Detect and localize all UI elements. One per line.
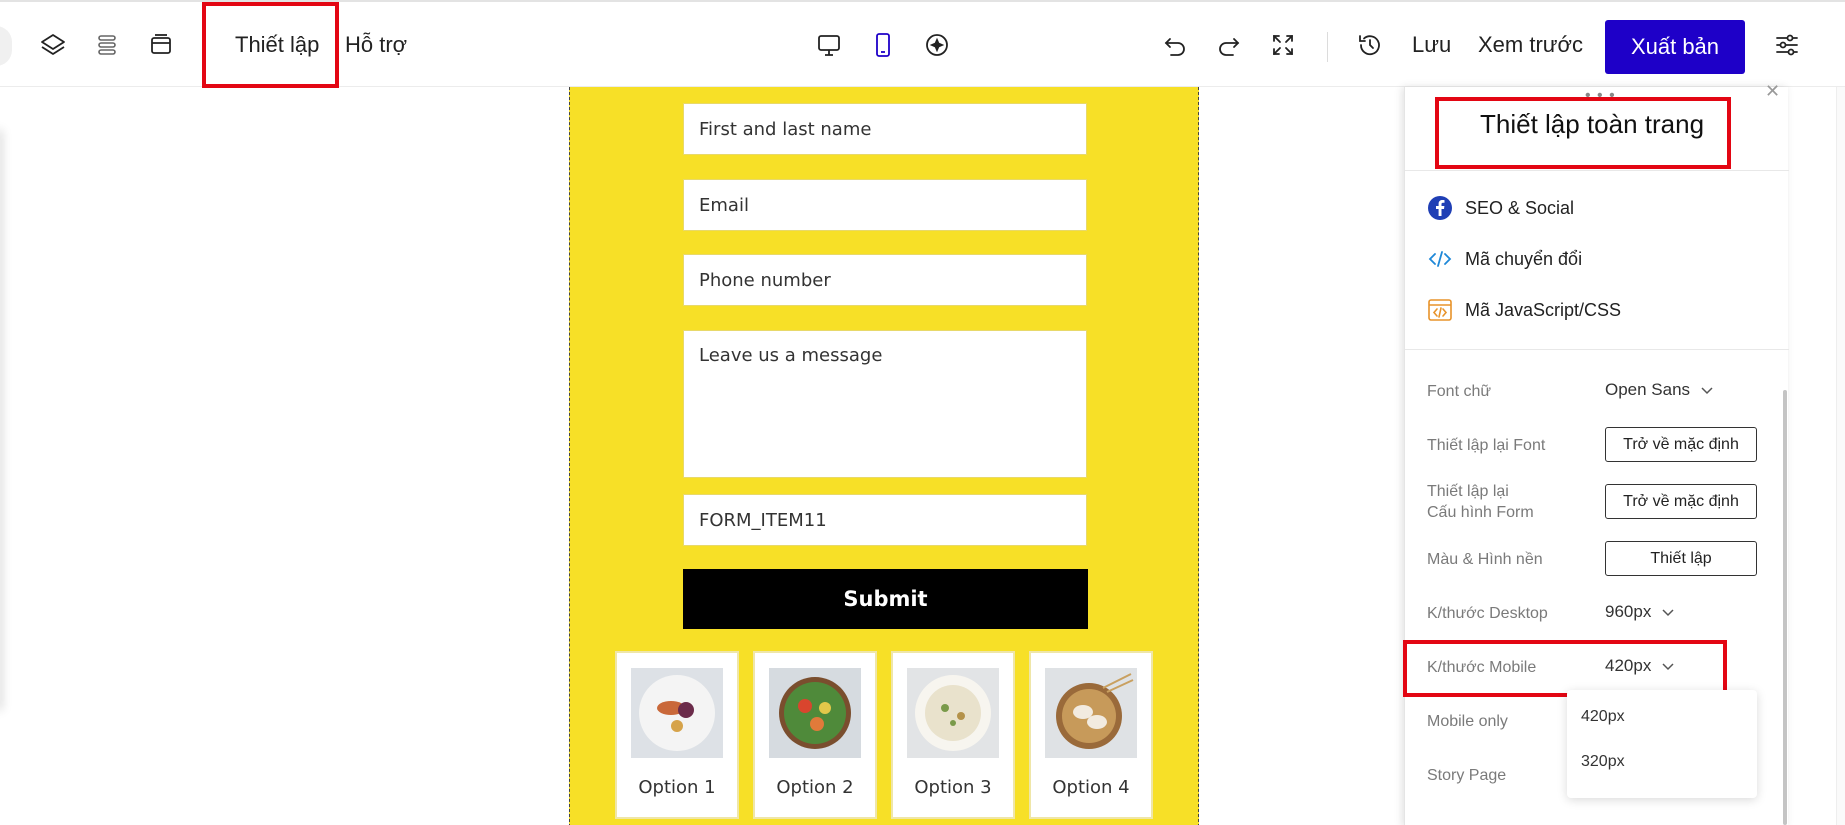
reset-font-button[interactable]: Trở về mặc định xyxy=(1605,427,1757,462)
panel-scrollbar[interactable] xyxy=(1783,390,1787,825)
code-icon xyxy=(1427,246,1453,272)
conversion-code-link[interactable]: Mã chuyển đổi xyxy=(1427,246,1582,272)
highlight-mobile-size xyxy=(1403,640,1727,697)
link-label: Mã JavaScript/CSS xyxy=(1465,299,1622,320)
chevron-down-icon xyxy=(1700,380,1714,400)
mobile-view-icon[interactable] xyxy=(866,28,900,62)
color-background-label: Màu & Hình nền xyxy=(1427,551,1543,568)
ai-sparkle-icon[interactable] xyxy=(920,28,954,62)
email-field[interactable]: Email xyxy=(683,179,1087,231)
food-image-icon xyxy=(1045,668,1137,758)
desktop-size-value: 960px xyxy=(1605,602,1652,621)
publish-button[interactable]: Xuất bản xyxy=(1605,20,1745,74)
page-canvas[interactable]: First and last name Email Phone number L… xyxy=(569,87,1199,825)
food-image-icon xyxy=(631,668,723,758)
layers-icon[interactable] xyxy=(36,28,70,62)
preview-button[interactable]: Xem trước xyxy=(1478,32,1583,58)
undo-icon[interactable] xyxy=(1158,28,1192,62)
option-card[interactable]: Option 3 xyxy=(891,651,1015,819)
mobile-only-label: Mobile only xyxy=(1427,713,1508,730)
desktop-size-select[interactable]: 960px xyxy=(1605,602,1675,622)
highlight-settings-menu xyxy=(202,2,339,88)
window-edge xyxy=(1836,87,1845,825)
javascript-css-link[interactable]: Mã JavaScript/CSS xyxy=(1427,297,1621,323)
color-background-button[interactable]: Thiết lập xyxy=(1605,541,1757,576)
history-icon[interactable] xyxy=(1353,28,1387,62)
option-label: Option 1 xyxy=(638,777,716,798)
seo-social-link[interactable]: SEO & Social xyxy=(1427,195,1574,221)
divider xyxy=(1405,170,1789,171)
phone-field[interactable]: Phone number xyxy=(683,254,1087,306)
browser-window-icon[interactable] xyxy=(144,28,178,62)
desktop-size-label: K/thước Desktop xyxy=(1427,605,1548,622)
dropdown-option-320[interactable]: 320px xyxy=(1581,753,1625,771)
close-icon[interactable]: ✕ xyxy=(1765,81,1780,102)
option-label: Option 3 xyxy=(914,777,992,798)
facebook-icon xyxy=(1427,195,1453,221)
stack-list-icon[interactable] xyxy=(90,28,124,62)
menu-support[interactable]: Hỗ trợ xyxy=(345,32,407,58)
code-window-icon xyxy=(1427,297,1453,323)
option-label: Option 4 xyxy=(1052,777,1130,798)
name-field[interactable]: First and last name xyxy=(683,103,1087,155)
reset-form-button[interactable]: Trở về mặc định xyxy=(1605,484,1757,519)
message-field[interactable]: Leave us a message xyxy=(683,330,1087,478)
option-card[interactable]: Option 1 xyxy=(615,651,739,819)
dropdown-option-420[interactable]: 420px xyxy=(1581,708,1625,726)
option-label: Option 2 xyxy=(776,777,854,798)
font-value: Open Sans xyxy=(1605,380,1691,399)
reset-font-label: Thiết lập lại Font xyxy=(1427,437,1546,454)
top-toolbar: Thiết lập Hỗ trợ Lưu Xem trước Xuất bản xyxy=(0,0,1845,88)
custom-form-field[interactable]: FORM_ITEM11 xyxy=(683,494,1087,546)
link-label: SEO & Social xyxy=(1465,197,1575,218)
desktop-view-icon[interactable] xyxy=(812,28,846,62)
highlight-panel-title xyxy=(1435,97,1731,169)
font-label: Font chữ xyxy=(1427,383,1492,400)
divider xyxy=(1405,349,1789,350)
food-image-icon xyxy=(769,668,861,758)
submit-button[interactable]: Submit xyxy=(683,569,1088,629)
reset-form-label-line2: Cấu hình Form xyxy=(1427,504,1534,521)
font-select[interactable]: Open Sans xyxy=(1605,380,1714,400)
chevron-down-icon xyxy=(1661,602,1675,622)
option-card[interactable]: Option 2 xyxy=(753,651,877,819)
mobile-size-dropdown: 420px 320px xyxy=(1567,690,1757,798)
toolbar-divider xyxy=(1327,32,1328,62)
option-card[interactable]: Option 4 xyxy=(1029,651,1153,819)
story-page-label: Story Page xyxy=(1427,767,1507,784)
redo-icon[interactable] xyxy=(1212,28,1246,62)
collapsed-panel-tab[interactable] xyxy=(0,26,12,66)
save-button[interactable]: Lưu xyxy=(1412,32,1451,58)
fullscreen-icon[interactable] xyxy=(1266,28,1300,62)
sliders-settings-icon[interactable] xyxy=(1770,28,1804,62)
reset-form-label-line1: Thiết lập lại xyxy=(1427,483,1509,500)
food-image-icon xyxy=(907,668,999,758)
reset-form-label: Thiết lập lại Cấu hình Form xyxy=(1427,481,1534,523)
link-label: Mã chuyển đổi xyxy=(1465,248,1583,269)
